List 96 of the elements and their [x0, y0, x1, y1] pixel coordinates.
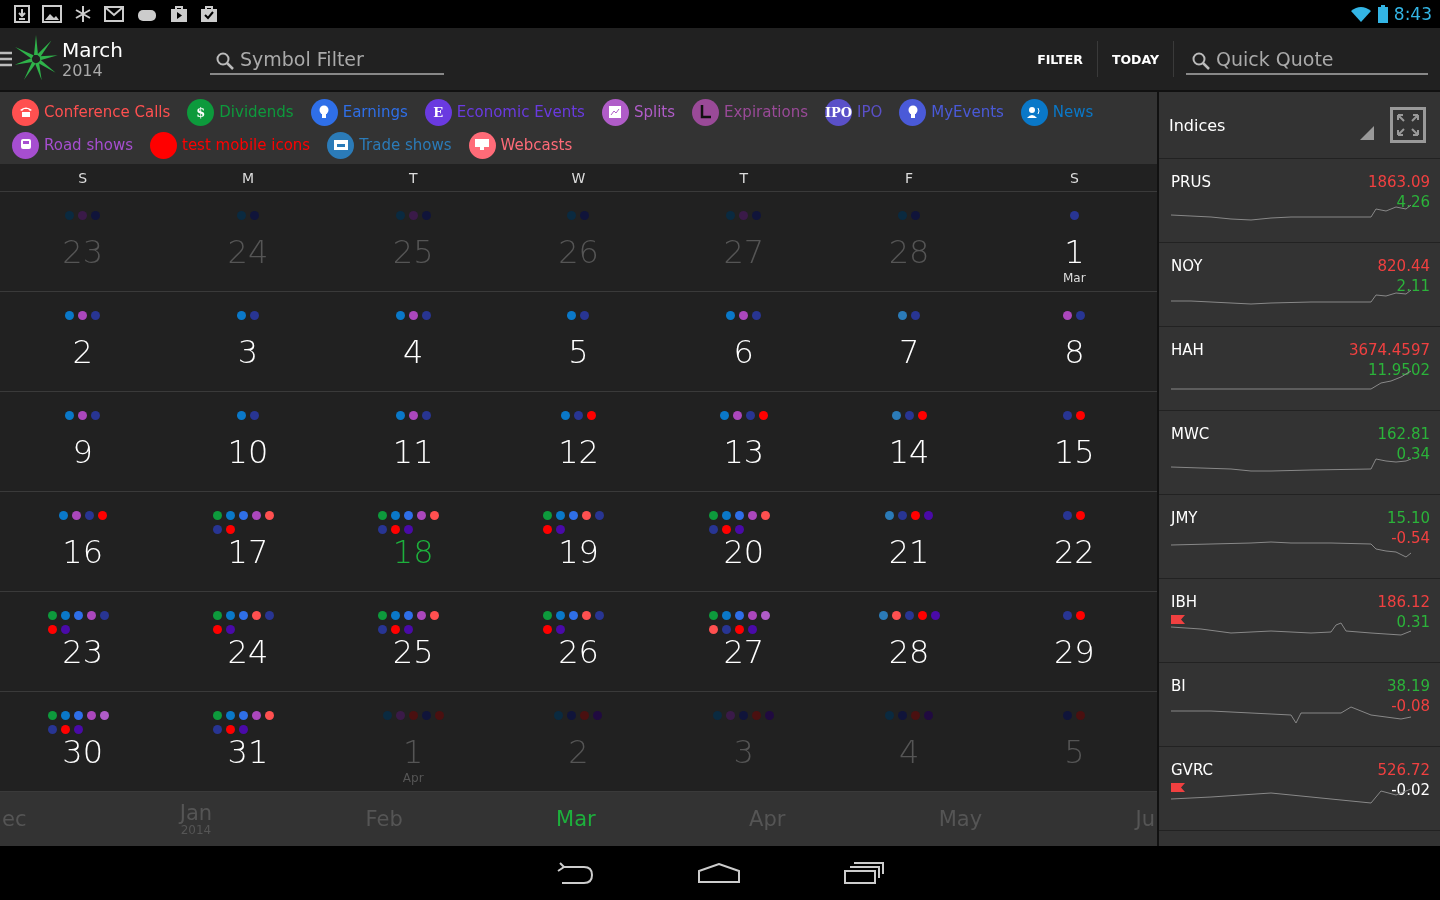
asterisk-icon	[74, 5, 92, 23]
day-number[interactable]: 27	[723, 635, 765, 669]
clock-time: 8:43	[1393, 4, 1432, 24]
toolbar-button[interactable]: FILTER	[1023, 43, 1097, 75]
play-bag-icon	[170, 5, 188, 23]
day-number[interactable]: 29	[1054, 635, 1095, 669]
day-number[interactable]: 30	[62, 735, 103, 769]
battery-icon	[1377, 5, 1388, 23]
day-number[interactable]: 15	[1054, 435, 1095, 469]
change-value: 4.26	[1396, 193, 1430, 211]
symbol-label[interactable]: BI	[1171, 677, 1186, 695]
change-value: 2.11	[1396, 277, 1430, 295]
weekday-label: M	[240, 169, 255, 186]
symbol-label[interactable]: GVRC	[1171, 761, 1214, 779]
event-badge: IPO	[824, 98, 852, 126]
day-number[interactable]: 11	[392, 435, 434, 469]
search-icon	[216, 51, 234, 70]
change-value: -0.54	[1391, 529, 1430, 547]
download-icon	[14, 5, 30, 23]
symbol-filter-field[interactable]: Symbol Filter	[210, 43, 444, 75]
weekday-label: S	[77, 169, 89, 186]
legend-item[interactable]: Webcasts	[468, 131, 573, 159]
wifi-icon	[1349, 6, 1372, 22]
legend-item[interactable]: $ Dividends	[187, 98, 294, 126]
weekday-label: W	[570, 169, 587, 186]
weekday-label: T	[407, 169, 419, 186]
year-subtitle: 2014	[62, 60, 104, 80]
toolbar-button[interactable]: TODAY	[1097, 43, 1173, 75]
day-number[interactable]: 3	[237, 335, 259, 369]
price-value: 186.12	[1377, 593, 1430, 611]
day-number[interactable]: 28	[888, 635, 930, 669]
day-number[interactable]: 12	[558, 435, 599, 469]
quick-quote-field[interactable]: Quick Quote	[1186, 43, 1428, 75]
dropdown-corner-icon	[1360, 126, 1374, 140]
price-value: 526.72	[1377, 761, 1430, 779]
day-number[interactable]: 13	[723, 435, 765, 469]
back-icon[interactable]	[556, 862, 594, 884]
weekday-label: S	[1068, 169, 1080, 186]
day-number[interactable]: 20	[723, 535, 765, 569]
symbol-label[interactable]: NOY	[1171, 257, 1203, 275]
weekday-label: F	[904, 169, 915, 186]
recent-apps-icon[interactable]	[844, 862, 884, 884]
symbol-label[interactable]: HAH	[1171, 341, 1204, 359]
day-number[interactable]: 16	[62, 535, 103, 569]
day-number[interactable]: 24	[227, 635, 269, 669]
day-number[interactable]: 4	[403, 335, 424, 369]
change-value: -0.08	[1391, 697, 1430, 715]
day-number[interactable]: 10	[227, 435, 269, 469]
search-icon	[1192, 51, 1210, 70]
image-icon	[42, 5, 62, 23]
day-number[interactable]: 6	[733, 335, 754, 369]
weekday-label: T	[738, 169, 750, 186]
price-value: 3674.4597	[1348, 341, 1430, 359]
legend-item[interactable]: Conference Calls	[12, 98, 171, 126]
price-value: 162.81	[1377, 425, 1430, 443]
symbol-label[interactable]: JMY	[1171, 509, 1198, 527]
day-number[interactable]: 5	[568, 335, 589, 369]
price-value: 15.10	[1387, 509, 1430, 527]
day-number[interactable]: 17	[227, 535, 269, 569]
mail-icon	[104, 6, 124, 22]
symbol-label[interactable]: PRUS	[1171, 173, 1211, 191]
day-number[interactable]: 19	[558, 535, 599, 569]
expand-icon[interactable]	[1390, 107, 1426, 143]
day-number[interactable]: 14	[888, 435, 930, 469]
home-icon[interactable]	[698, 863, 740, 883]
price-value: 820.44	[1377, 257, 1430, 275]
change-value: -0.02	[1391, 781, 1430, 799]
price-value: 38.19	[1387, 677, 1430, 695]
day-number[interactable]: 2	[72, 335, 93, 369]
month-tab[interactable]: Mar	[556, 808, 596, 830]
event-badge: $	[187, 98, 215, 126]
day-number[interactable]: 25	[392, 635, 434, 669]
day-number[interactable]: 8	[1064, 335, 1085, 369]
check-bag-icon	[200, 5, 218, 23]
day-number[interactable]: 1	[1064, 235, 1085, 269]
menu-icon[interactable]	[0, 51, 12, 67]
day-number[interactable]: 31	[227, 735, 269, 769]
month-title: March	[62, 38, 124, 61]
symbol-label[interactable]: MWC	[1171, 425, 1210, 443]
day-number[interactable]: 22	[1054, 535, 1095, 569]
day-number[interactable]: 9	[72, 435, 93, 469]
legend-item[interactable]: IPO IPO	[824, 98, 883, 126]
day-number[interactable]: 26	[558, 635, 599, 669]
change-value: 0.31	[1396, 613, 1430, 631]
month-label: Mar	[1063, 271, 1086, 285]
day-number[interactable]: 18	[392, 535, 434, 569]
indices-dropdown[interactable]: Indices	[1169, 115, 1360, 135]
day-number[interactable]: 23	[62, 635, 103, 669]
change-value: 0.34	[1396, 445, 1430, 463]
day-number[interactable]: 21	[888, 535, 930, 569]
price-value: 1863.09	[1367, 173, 1430, 191]
symbol-label[interactable]: IBH	[1171, 593, 1197, 611]
event-badge: E	[424, 98, 452, 126]
day-number[interactable]: 7	[898, 335, 920, 369]
change-value: 11.9502	[1367, 361, 1430, 379]
legend-item[interactable]: E Economic Events	[424, 98, 585, 126]
